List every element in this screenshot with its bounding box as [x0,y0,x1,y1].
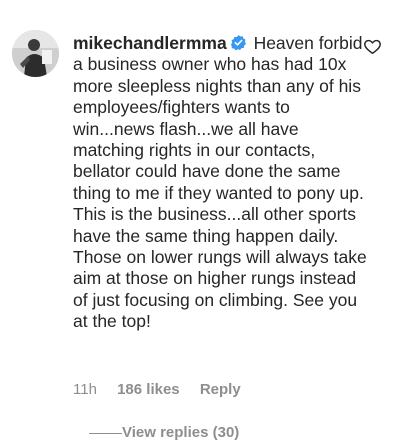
heart-outline-icon[interactable] [363,37,382,56]
view-replies-button[interactable]: View replies (30) [122,424,239,441]
verified-badge-icon [230,35,246,51]
comment-body: mikechandlermma Heaven forbid a business… [73,33,373,333]
comment: mikechandlermma Heaven forbid a business… [12,30,400,442]
comment-text: Heaven forbid a business owner who has h… [73,33,367,332]
comment-time[interactable]: 11h [73,381,97,398]
comment-username[interactable]: mikechandlermma [73,33,227,53]
comment-meta: 11h 186 likes Reply [73,381,257,398]
replies-divider [89,433,122,434]
reply-button[interactable]: Reply [200,381,241,398]
comment-likes[interactable]: 186 likes [117,381,180,398]
avatar[interactable] [12,30,59,77]
